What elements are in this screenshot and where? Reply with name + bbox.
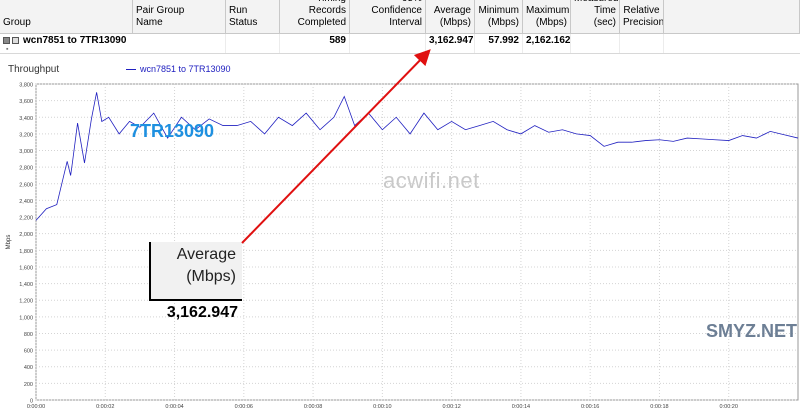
row-caret-icon: ▪ [6, 46, 9, 53]
y-tick-label: 3,400 [19, 116, 33, 122]
y-tick-label: 2,400 [19, 199, 33, 205]
average-callout: Average (Mbps) [149, 242, 242, 301]
timing-records-cell: 589 [280, 34, 350, 53]
throughput-chart-panel: 0 200 400 600 800 1,000 1,200 1,400 1,600 1,800 2,… [0, 56, 800, 410]
x-tick-label: 0:00:16 [581, 404, 599, 410]
x-tick-label: 0:00:10 [373, 404, 391, 410]
group-name: wcn7851 to 7TR13090 [23, 35, 127, 46]
throughput-chart: 02004006008001,0001,2001,4001,6001,8002,… [6, 83, 799, 410]
column-header-2[interactable]: Run Status [226, 0, 280, 33]
column-header-label: Timing Records Completed [297, 0, 346, 28]
relative-precision-cell [620, 34, 664, 53]
column-header-7[interactable]: Maximum (Mbps) [523, 0, 571, 33]
x-tick-label: 0:00:14 [512, 404, 530, 410]
legend-label: wcn7851 to 7TR13090 [140, 64, 231, 74]
measured-time-cell [571, 34, 620, 53]
minimum-cell: 57.992 [475, 34, 523, 53]
column-header-1[interactable]: Pair Group Name [133, 0, 226, 33]
y-tick-label: 600 [24, 349, 33, 355]
column-header-label: Group [3, 17, 31, 28]
y-tick-label: 3,200 [19, 132, 33, 138]
y-tick-label: 2,600 [19, 182, 33, 188]
column-header-label: 95% Confidence Interval [371, 0, 422, 28]
legend-swatch [126, 68, 136, 70]
average-cell: 3,162.947 [426, 34, 475, 53]
column-header-label: Run Status [229, 5, 258, 28]
y-axis-label: Mbps [6, 235, 12, 250]
column-header-9[interactable]: Relative Precision [620, 0, 664, 33]
y-tick-label: 1,400 [19, 282, 33, 288]
y-tick-label: 2,200 [19, 216, 33, 222]
y-tick-label: 3,800 [19, 83, 33, 89]
column-header-0[interactable]: Group [0, 0, 133, 33]
x-tick-label: 0:00:20 [720, 404, 738, 410]
x-tick-label: 0:00:04 [165, 404, 183, 410]
column-header-4[interactable]: 95% Confidence Interval [350, 0, 426, 33]
y-tick-label: 2,000 [19, 232, 33, 238]
x-tick-label: 0:00:02 [96, 404, 114, 410]
expand-icon[interactable] [12, 36, 19, 44]
column-header-6[interactable]: Minimum (Mbps) [475, 0, 523, 33]
chart-title: Throughput [8, 64, 60, 75]
confidence-cell [350, 34, 426, 53]
y-tick-label: 1,200 [19, 299, 33, 305]
table-row[interactable]: wcn7851 to 7TR13090 589 3,162.947 57.992… [0, 34, 800, 54]
callout-label: Average (Mbps) [176, 246, 236, 285]
column-header-label: Measured Time (sec) [574, 0, 618, 28]
y-tick-label: 400 [24, 365, 33, 371]
watermark-smyz: SMYZ.NET [706, 321, 798, 341]
y-tick-label: 3,600 [19, 99, 33, 105]
series-line-0 [35, 92, 799, 221]
y-tick-label: 3,000 [19, 149, 33, 155]
column-header-label: Minimum (Mbps) [478, 5, 519, 28]
y-tick-label: 800 [24, 332, 33, 338]
group-cell[interactable]: wcn7851 to 7TR13090 [0, 34, 226, 53]
x-tick-label: 0:00:08 [304, 404, 322, 410]
callout-value: 3,162.947 [166, 304, 238, 321]
row-icons [3, 36, 19, 44]
column-header-3[interactable]: Timing Records Completed [280, 0, 350, 33]
column-header-label: Relative Precision [623, 5, 664, 28]
column-header-label: Maximum (Mbps) [526, 5, 570, 28]
column-header-label: Average (Mbps) [433, 5, 471, 28]
table-header: Group Pair Group Name Run Status Timing Rec… [0, 0, 800, 34]
x-tick-label: 0:00:00 [27, 404, 45, 410]
column-header-10[interactable] [664, 0, 800, 33]
y-tick-label: 1,000 [19, 315, 33, 321]
column-header-5[interactable]: Average (Mbps) [426, 0, 475, 33]
column-header-8[interactable]: Measured Time (sec) [571, 0, 620, 33]
x-tick-label: 0:00:06 [235, 404, 253, 410]
y-tick-label: 2,800 [19, 166, 33, 172]
y-tick-label: 1,600 [19, 265, 33, 271]
x-tick-label: 0:00:18 [650, 404, 668, 410]
maximum-cell: 2,162.162 [523, 34, 571, 53]
x-tick-label: 0:00:12 [442, 404, 460, 410]
y-tick-label: 1,800 [19, 249, 33, 255]
column-header-label: Pair Group Name [136, 5, 185, 28]
pair-icon [3, 36, 10, 44]
device-annotation: 7TR13090 [130, 121, 215, 141]
y-tick-label: 200 [24, 382, 33, 388]
watermark: acwifi.net [383, 168, 480, 193]
chart-legend: wcn7851 to 7TR13090 [126, 64, 231, 74]
run-status-cell [226, 34, 280, 53]
